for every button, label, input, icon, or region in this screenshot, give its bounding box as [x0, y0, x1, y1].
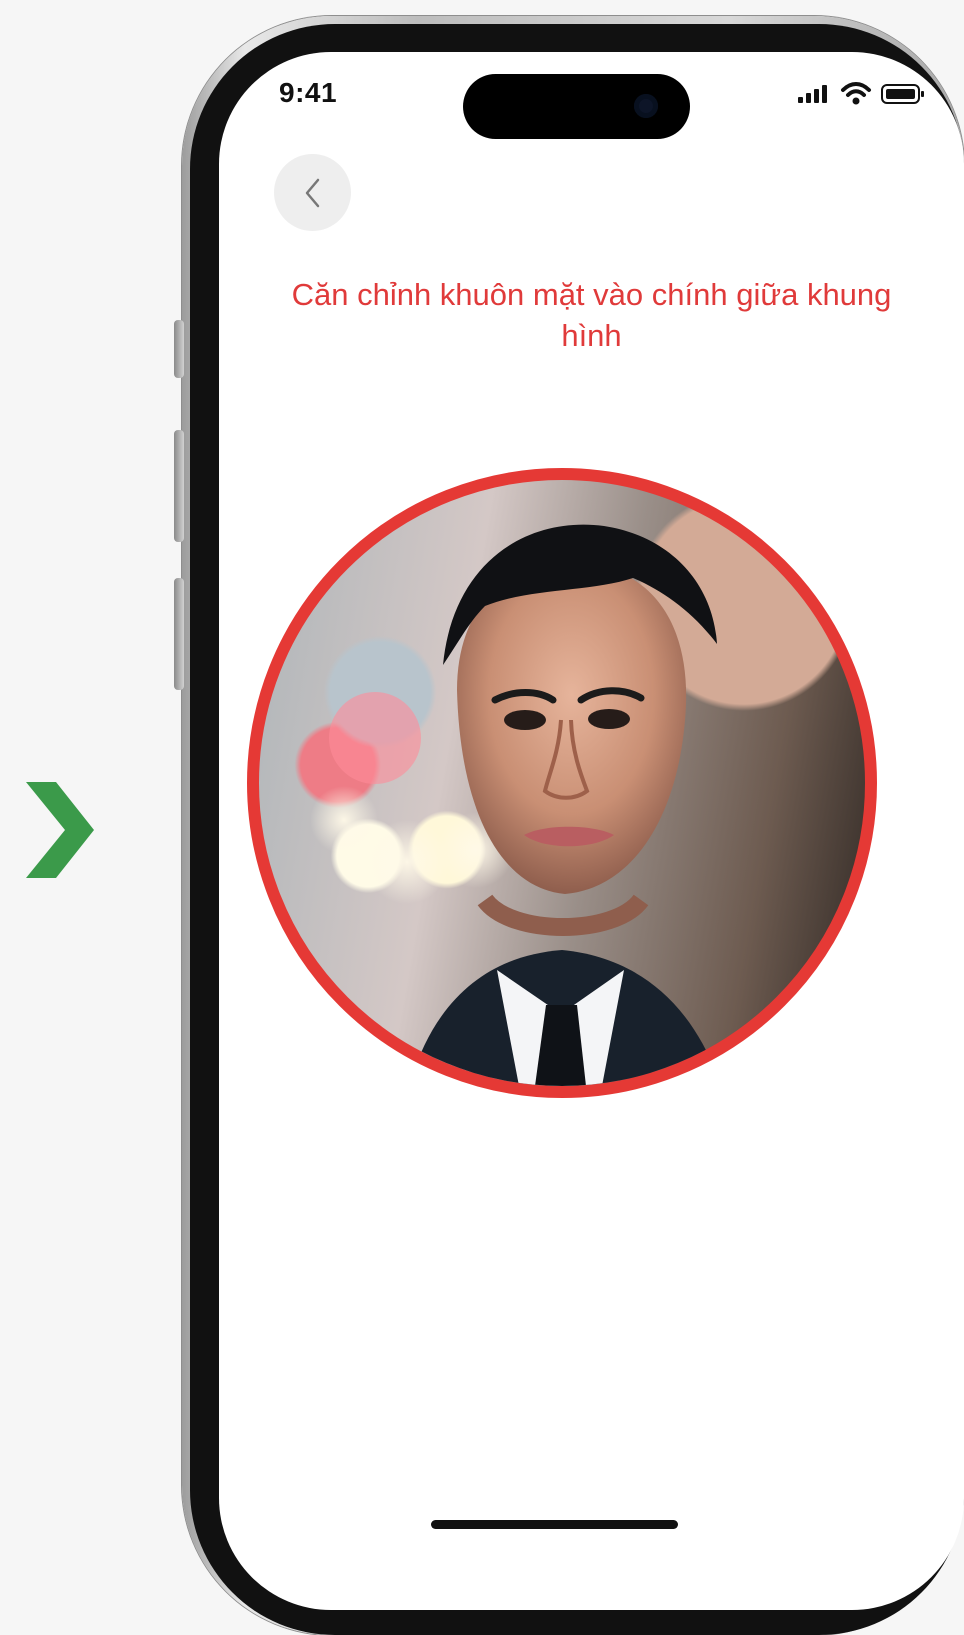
wifi-icon: [841, 82, 871, 105]
side-button-volume-up: [174, 430, 184, 542]
phone-screen: 9:41 Căn chỉnh khuôn mặt vào chính giữa …: [219, 52, 964, 1610]
signal-icon: [798, 85, 827, 103]
chevron-left-icon: [305, 178, 319, 207]
back-button[interactable]: [274, 154, 351, 231]
home-indicator: [431, 1520, 678, 1529]
chevron-right-icon: [26, 782, 94, 878]
dynamic-island: [463, 74, 690, 139]
front-camera-icon: [634, 94, 658, 118]
side-button-volume-down: [174, 578, 184, 690]
page-canvas: 9:41 Căn chỉnh khuôn mặt vào chính giữa …: [0, 0, 964, 1635]
battery-icon: [881, 84, 924, 104]
status-time: 9:41: [279, 77, 338, 108]
status-icons: [796, 82, 926, 106]
side-button-silent: [174, 320, 184, 378]
face-capture-frame: [247, 468, 877, 1098]
face-alignment-instruction: Căn chỉnh khuôn mặt vào chính giữa khung…: [291, 277, 892, 353]
face-photo: [310, 524, 721, 1086]
